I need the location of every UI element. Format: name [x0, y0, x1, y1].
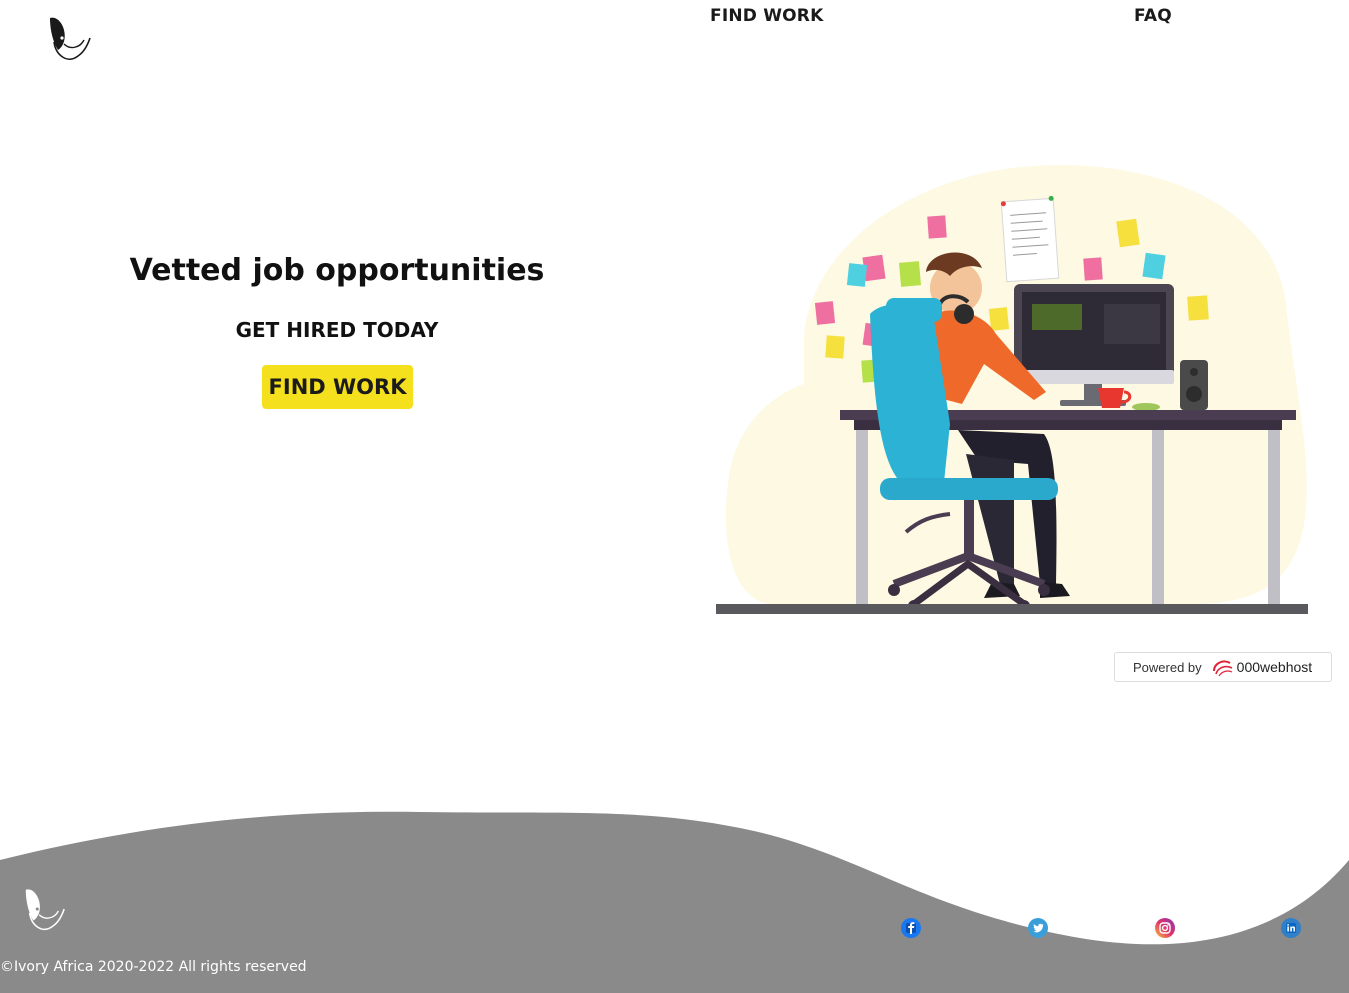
twitter-link[interactable]: [1028, 918, 1048, 938]
twitter-icon: [1028, 918, 1048, 938]
hero-title: Vetted job opportunities: [129, 253, 545, 288]
ivory-africa-bird-logo-icon: [50, 17, 91, 60]
hero-subtitle: GET HIRED TODAY: [235, 318, 439, 342]
nav-faq-link[interactable]: FAQ: [1134, 6, 1172, 26]
powered-by-brand: 000webhost: [1236, 659, 1313, 675]
linkedin-link[interactable]: [1281, 918, 1301, 938]
find-work-button[interactable]: FIND WORK: [262, 365, 413, 409]
nav-find-work-link[interactable]: FIND WORK: [710, 6, 823, 26]
powered-by-text: Powered by: [1133, 659, 1202, 675]
developer-at-desk-illustration: [714, 164, 1310, 618]
copyright-text: ©Ivory Africa 2020-2022 All rights reser…: [0, 959, 307, 975]
site-logo[interactable]: [44, 12, 94, 64]
webhost-logo-icon: [1212, 660, 1233, 677]
linkedin-icon: [1281, 918, 1301, 938]
powered-by-badge[interactable]: Powered by 000webhost: [1114, 652, 1332, 682]
instagram-link[interactable]: [1155, 918, 1175, 938]
instagram-icon: [1155, 918, 1175, 938]
facebook-icon: [901, 918, 921, 938]
footer-logo[interactable]: [20, 884, 68, 934]
ivory-africa-bird-logo-icon: [25, 889, 65, 931]
facebook-link[interactable]: [901, 918, 921, 938]
